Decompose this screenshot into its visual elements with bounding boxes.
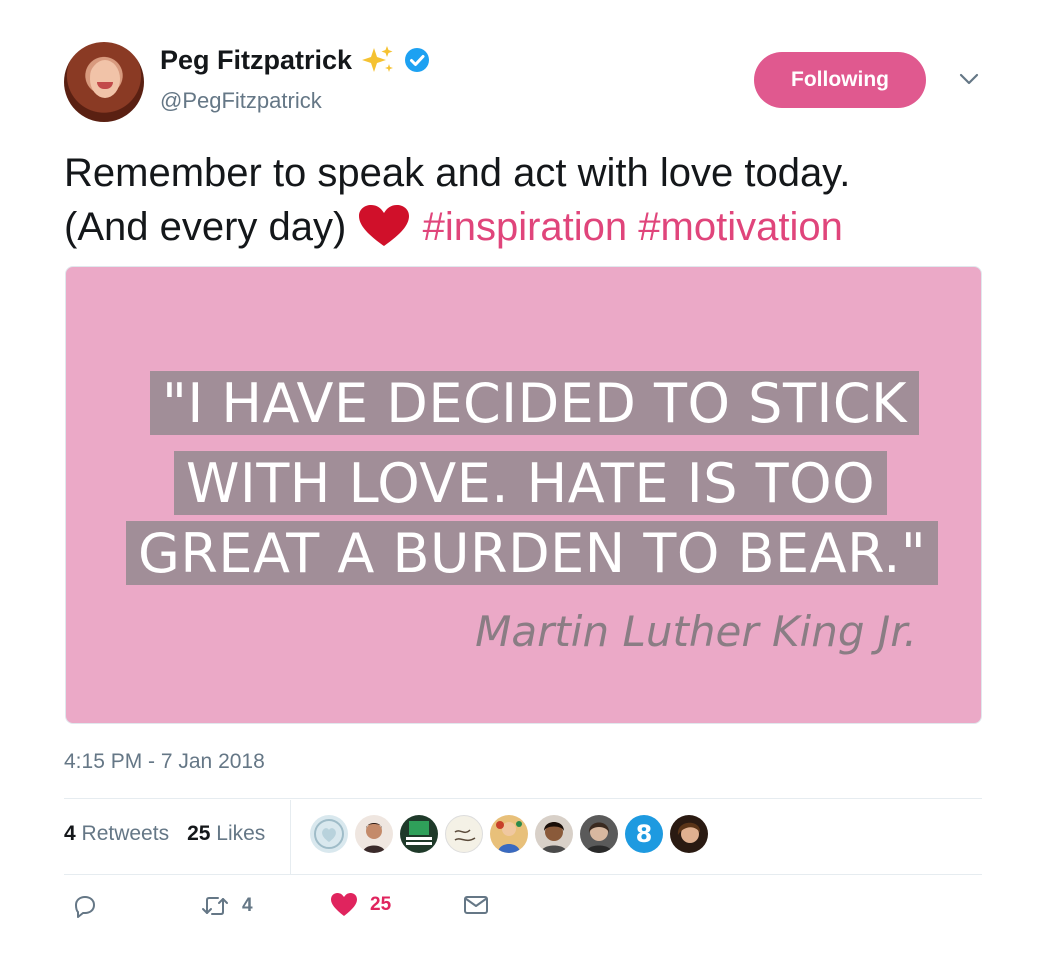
display-name[interactable]: Peg Fitzpatrick <box>160 45 352 76</box>
chevron-down-icon[interactable] <box>956 68 982 90</box>
liker-avatar[interactable] <box>400 815 438 853</box>
user-handle[interactable]: @PegFitzpatrick <box>160 88 322 114</box>
likes-count: 25 <box>187 822 211 845</box>
tweet-text-line1: Remember to speak and act with love toda… <box>64 151 851 195</box>
liker-avatar[interactable] <box>580 815 618 853</box>
quote-line: "I HAVE DECIDED TO STICK <box>150 371 919 435</box>
reply-icon <box>70 892 98 920</box>
heart-icon <box>330 892 358 918</box>
liker-avatar[interactable] <box>445 815 483 853</box>
retweet-count: 4 <box>242 895 253 916</box>
divider <box>64 874 982 875</box>
tweet-text-line2: (And every day) <box>64 205 347 249</box>
retweet-button[interactable]: 4 <box>200 892 253 920</box>
following-button[interactable]: Following <box>754 52 926 108</box>
quote-attribution: Martin Luther King Jr. <box>475 607 917 656</box>
retweets-count: 4 <box>64 822 76 845</box>
sparkles-icon <box>360 44 396 76</box>
stats-separator <box>290 800 291 874</box>
red-heart-emoji-icon <box>357 204 411 248</box>
quote-line: GREAT A BURDEN TO BEAR." <box>126 521 939 585</box>
liker-avatar[interactable] <box>310 815 348 853</box>
retweets-label: Retweets <box>81 822 170 845</box>
retweets-stat[interactable]: 4 Retweets <box>64 822 169 846</box>
verified-badge-icon <box>404 47 430 73</box>
divider <box>64 798 982 799</box>
envelope-icon <box>462 892 490 918</box>
like-button[interactable]: 25 <box>330 892 391 918</box>
quote-line: WITH LOVE. HATE IS TOO <box>174 451 888 515</box>
tweet-card: Peg Fitzpatrick @PegFitzpatrick Followin… <box>0 0 1044 968</box>
profile-avatar[interactable] <box>64 42 144 122</box>
liker-avatar[interactable] <box>490 815 528 853</box>
avatar-face <box>90 60 120 98</box>
tweet-image[interactable]: "I HAVE DECIDED TO STICK WITH LOVE. HATE… <box>65 266 982 724</box>
tweet-timestamp[interactable]: 4:15 PM - 7 Jan 2018 <box>64 750 265 774</box>
tweet-actions: 4 25 <box>64 892 564 932</box>
likes-stat[interactable]: 25 Likes <box>187 822 265 846</box>
hashtag-inspiration[interactable]: #inspiration <box>423 205 628 249</box>
liker-avatar[interactable] <box>670 815 708 853</box>
likes-label: Likes <box>216 822 266 845</box>
tweet-text: Remember to speak and act with love toda… <box>64 146 984 254</box>
liker-avatar[interactable] <box>535 815 573 853</box>
direct-message-button[interactable] <box>462 892 490 918</box>
retweet-icon <box>200 892 230 920</box>
hashtag-motivation[interactable]: #motivation <box>638 205 843 249</box>
liker-avatar[interactable]: 8 <box>625 815 663 853</box>
reply-button[interactable] <box>70 892 98 920</box>
tweet-stats: 4 Retweets 25 Likes <box>64 822 265 846</box>
likers-avatars: 8 <box>310 815 708 853</box>
like-count: 25 <box>370 894 392 915</box>
svg-text:8: 8 <box>636 820 653 848</box>
liker-avatar[interactable] <box>355 815 393 853</box>
name-row: Peg Fitzpatrick <box>160 44 430 76</box>
